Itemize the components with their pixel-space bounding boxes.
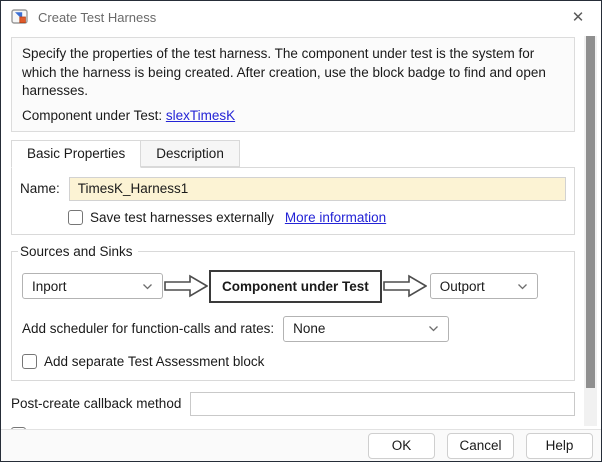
scheduler-row: Add scheduler for function-calls and rat…: [22, 316, 564, 342]
more-information-link[interactable]: More information: [285, 210, 386, 225]
sources-and-sinks-legend: Sources and Sinks: [18, 244, 138, 259]
assessment-label[interactable]: Add separate Test Assessment block: [44, 354, 264, 369]
window-title: Create Test Harness: [38, 10, 557, 25]
scheduler-label: Add scheduler for function-calls and rat…: [22, 321, 274, 336]
ok-button[interactable]: OK: [368, 433, 435, 459]
dialog-content: Specify the properties of the test harne…: [1, 33, 601, 429]
basic-properties-panel: Name: Save test harnesses externally Mor…: [11, 167, 575, 235]
log-output-checkbox[interactable]: [11, 427, 26, 429]
intro-text: Specify the properties of the test harne…: [22, 45, 564, 101]
assessment-checkbox[interactable]: [22, 354, 37, 369]
cancel-button[interactable]: Cancel: [447, 433, 514, 459]
create-test-harness-dialog: Create Test Harness ✕ Specify the proper…: [0, 0, 602, 462]
sink-select-value: Outport: [440, 279, 485, 294]
component-under-test-box: Component under Test: [209, 270, 382, 303]
help-button[interactable]: Help: [526, 433, 593, 459]
chevron-down-icon: [517, 283, 528, 290]
tab-strip: Basic Properties Description: [11, 140, 575, 167]
sink-select[interactable]: Outport: [430, 273, 538, 299]
sources-and-sinks-group: Sources and Sinks Inport Component under…: [11, 244, 575, 381]
log-output-row: Log output signals: [11, 427, 575, 429]
scheduler-select-value: None: [293, 321, 325, 336]
vertical-scrollbar[interactable]: [584, 36, 597, 426]
harness-badge-icon: [11, 9, 30, 25]
footer-button-bar: OK Cancel Help: [1, 429, 601, 461]
flow-arrow-icon: [383, 272, 427, 300]
scheduler-select[interactable]: None: [283, 316, 449, 342]
flow-arrow-icon: [164, 272, 208, 300]
post-create-input[interactable]: [190, 392, 575, 416]
save-externally-checkbox[interactable]: [68, 210, 83, 225]
assessment-row: Add separate Test Assessment block: [22, 354, 564, 369]
tab-basic-properties[interactable]: Basic Properties: [11, 140, 141, 168]
chevron-down-icon: [142, 283, 153, 290]
save-externally-row: Save test harnesses externally More info…: [68, 210, 566, 225]
title-bar: Create Test Harness ✕: [1, 1, 601, 33]
ports-row: Inport Component under Test Outport: [22, 270, 564, 303]
scrollbar-thumb[interactable]: [586, 36, 595, 388]
log-output-label[interactable]: Log output signals: [33, 427, 143, 429]
close-icon[interactable]: ✕: [565, 4, 591, 30]
chevron-down-icon: [428, 325, 439, 332]
post-create-label: Post-create callback method: [11, 396, 181, 411]
post-create-row: Post-create callback method: [11, 392, 575, 416]
tab-description[interactable]: Description: [141, 140, 240, 167]
intro-panel: Specify the properties of the test harne…: [11, 37, 575, 132]
name-row: Name:: [20, 177, 566, 201]
source-select-value: Inport: [32, 279, 67, 294]
save-externally-label[interactable]: Save test harnesses externally: [90, 210, 274, 225]
name-label: Name:: [20, 181, 60, 196]
component-under-test-label: Component under Test:: [22, 108, 162, 123]
source-select[interactable]: Inport: [22, 273, 163, 299]
name-input[interactable]: [69, 177, 566, 201]
component-under-test-link[interactable]: slexTimesK: [166, 108, 235, 123]
